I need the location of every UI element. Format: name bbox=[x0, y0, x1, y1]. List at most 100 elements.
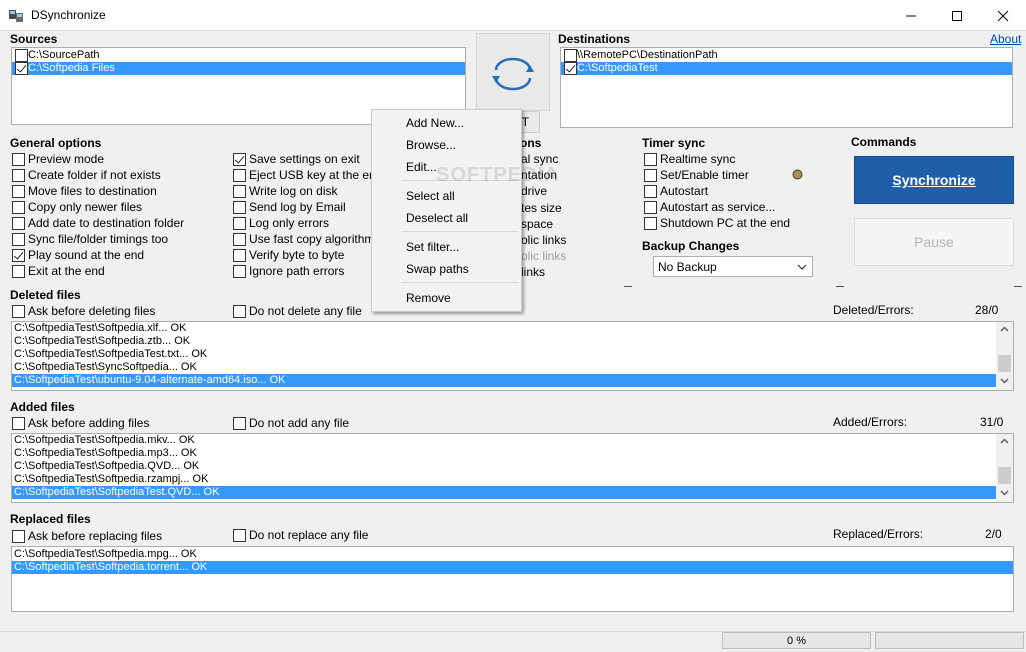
checkbox[interactable] bbox=[12, 304, 25, 318]
checkbox[interactable] bbox=[12, 200, 25, 214]
checkbox[interactable] bbox=[12, 264, 25, 278]
option-item[interactable]: Preview mode bbox=[12, 152, 104, 166]
option-item[interactable]: olic links bbox=[521, 233, 566, 247]
checkbox[interactable] bbox=[644, 216, 657, 230]
checkbox[interactable] bbox=[12, 232, 25, 246]
option-item[interactable]: Log only errors bbox=[233, 216, 329, 230]
menu-item-set-filter[interactable]: Set filter... bbox=[406, 240, 459, 254]
checkbox[interactable] bbox=[233, 168, 246, 182]
checkbox[interactable] bbox=[233, 152, 246, 166]
option-item[interactable]: Move files to destination bbox=[12, 184, 157, 198]
checkbox[interactable] bbox=[644, 200, 657, 214]
option-item[interactable]: Sync file/folder timings too bbox=[12, 232, 168, 246]
list-item[interactable]: C:\SoftpediaTest\SoftpediaTest.txt... OK bbox=[12, 348, 996, 361]
checkbox[interactable] bbox=[12, 184, 25, 198]
checkbox[interactable] bbox=[12, 152, 25, 166]
option-item[interactable]: Copy only newer files bbox=[12, 200, 142, 214]
sync-arrows-icon[interactable] bbox=[486, 54, 540, 94]
option-item[interactable]: Ignore path errors bbox=[233, 264, 344, 278]
scroll-down-icon[interactable] bbox=[1000, 490, 1009, 496]
option-item[interactable]: Eject USB key at the end bbox=[233, 168, 382, 182]
source-checkbox[interactable] bbox=[15, 62, 28, 75]
option-item[interactable]: Add date to destination folder bbox=[12, 216, 184, 230]
list-item[interactable]: C:\SoftpediaTest\SyncSoftpedia... OK bbox=[12, 361, 996, 374]
scroll-up-icon[interactable] bbox=[1000, 438, 1009, 444]
option-item[interactable]: Shutdown PC at the end bbox=[644, 216, 790, 230]
scroll-up-icon[interactable] bbox=[1000, 326, 1009, 332]
checkbox[interactable] bbox=[233, 184, 246, 198]
checkbox[interactable] bbox=[644, 184, 657, 198]
do-not-add-option[interactable]: Do not add any file bbox=[233, 416, 349, 430]
option-item[interactable]: Send log by Email bbox=[233, 200, 346, 214]
list-item[interactable]: C:\SoftpediaTest\Softpedia.ztb... OK bbox=[12, 335, 996, 348]
menu-item-browse[interactable]: Browse... bbox=[406, 138, 456, 152]
about-link[interactable]: About bbox=[990, 32, 1021, 46]
destination-checkbox[interactable] bbox=[564, 49, 577, 62]
checkbox[interactable] bbox=[12, 529, 25, 543]
option-item[interactable]: space bbox=[521, 217, 553, 231]
checkbox[interactable] bbox=[233, 200, 246, 214]
pause-button[interactable]: Pause bbox=[854, 218, 1014, 266]
option-item[interactable]: Autostart as service... bbox=[644, 200, 775, 214]
list-item[interactable]: C:\SoftpediaTest\Softpedia.xlf... OK bbox=[12, 322, 996, 335]
maximize-button[interactable] bbox=[934, 0, 980, 31]
list-item[interactable]: C:\SoftpediaTest\SoftpediaTest.QVD... OK bbox=[12, 486, 996, 499]
destination-item[interactable]: \\RemotePC\DestinationPath bbox=[561, 49, 1012, 62]
destination-checkbox[interactable] bbox=[564, 62, 577, 75]
checkbox[interactable] bbox=[233, 528, 246, 542]
scroll-thumb[interactable] bbox=[998, 467, 1011, 484]
list-item[interactable]: C:\SoftpediaTest\ubuntu-9.04-alternate-a… bbox=[12, 374, 996, 387]
checkbox[interactable] bbox=[644, 168, 657, 182]
menu-item-select-all[interactable]: Select all bbox=[406, 189, 455, 203]
list-item[interactable]: C:\SoftpediaTest\Softpedia.mp3... OK bbox=[12, 447, 996, 460]
list-item[interactable]: C:\SoftpediaTest\Softpedia.torrent... OK bbox=[12, 561, 1013, 574]
checkbox[interactable] bbox=[233, 264, 246, 278]
checkbox[interactable] bbox=[233, 416, 246, 430]
list-item[interactable]: C:\SoftpediaTest\Softpedia.QVD... OK bbox=[12, 460, 996, 473]
option-item[interactable]: olic links bbox=[521, 249, 566, 263]
destination-item[interactable]: C:\SoftpediaTest bbox=[561, 62, 1012, 75]
list-item[interactable]: C:\SoftpediaTest\Softpedia.mkv... OK bbox=[12, 434, 996, 447]
option-item[interactable]: Exit at the end bbox=[12, 264, 105, 278]
scroll-thumb[interactable] bbox=[998, 355, 1011, 372]
do-not-replace-option[interactable]: Do not replace any file bbox=[233, 528, 368, 542]
checkbox[interactable] bbox=[233, 248, 246, 262]
replaced-files-list[interactable]: C:\SoftpediaTest\Softpedia.mpg... OK C:\S… bbox=[11, 546, 1014, 612]
ask-before-deleting-option[interactable]: Ask before deleting files bbox=[12, 304, 155, 318]
checkbox[interactable] bbox=[644, 152, 657, 166]
checkbox[interactable] bbox=[233, 304, 246, 318]
checkbox[interactable] bbox=[12, 248, 25, 262]
list-item[interactable]: C:\SoftpediaTest\Softpedia.rzampj... OK bbox=[12, 473, 996, 486]
backup-select[interactable]: No Backup bbox=[653, 256, 813, 277]
option-item[interactable]: Autostart bbox=[644, 184, 708, 198]
do-not-delete-option[interactable]: Do not delete any file bbox=[233, 304, 362, 318]
menu-item-deselect-all[interactable]: Deselect all bbox=[406, 211, 468, 225]
checkbox[interactable] bbox=[233, 232, 246, 246]
option-item[interactable]: Realtime sync bbox=[644, 152, 735, 166]
ask-before-replacing-option[interactable]: Ask before replacing files bbox=[12, 529, 162, 543]
close-button[interactable] bbox=[980, 0, 1026, 31]
checkbox[interactable] bbox=[12, 216, 25, 230]
menu-item-swap-paths[interactable]: Swap paths bbox=[406, 262, 469, 276]
checkbox[interactable] bbox=[12, 416, 25, 430]
added-scrollbar[interactable] bbox=[996, 434, 1013, 502]
menu-item-remove[interactable]: Remove bbox=[406, 291, 451, 305]
source-item[interactable]: C:\Softpedia Files bbox=[12, 62, 465, 75]
option-item[interactable]: tes size bbox=[521, 201, 562, 215]
option-item[interactable]: Verify byte to byte bbox=[233, 248, 344, 262]
deleted-files-list[interactable]: C:\SoftpediaTest\Softpedia.xlf... OK C:\S… bbox=[11, 321, 1014, 391]
option-item[interactable]: Play sound at the end bbox=[12, 248, 144, 262]
added-files-list[interactable]: C:\SoftpediaTest\Softpedia.mkv... OK C:\S… bbox=[11, 433, 1014, 503]
deleted-scrollbar[interactable] bbox=[996, 322, 1013, 390]
menu-item-add-new[interactable]: Add New... bbox=[406, 116, 464, 130]
checkbox[interactable] bbox=[233, 216, 246, 230]
option-item[interactable]: Write log on disk bbox=[233, 184, 337, 198]
minimize-button[interactable] bbox=[888, 0, 934, 31]
option-item[interactable]: links bbox=[521, 265, 545, 279]
option-item[interactable]: Save settings on exit bbox=[233, 152, 360, 166]
option-item[interactable]: Create folder if not exists bbox=[12, 168, 161, 182]
checkbox[interactable] bbox=[12, 168, 25, 182]
source-item[interactable]: C:\SourcePath bbox=[12, 49, 465, 62]
option-item[interactable]: Use fast copy algorithm bbox=[233, 232, 374, 246]
list-item[interactable]: C:\SoftpediaTest\Softpedia.mpg... OK bbox=[12, 548, 1013, 561]
